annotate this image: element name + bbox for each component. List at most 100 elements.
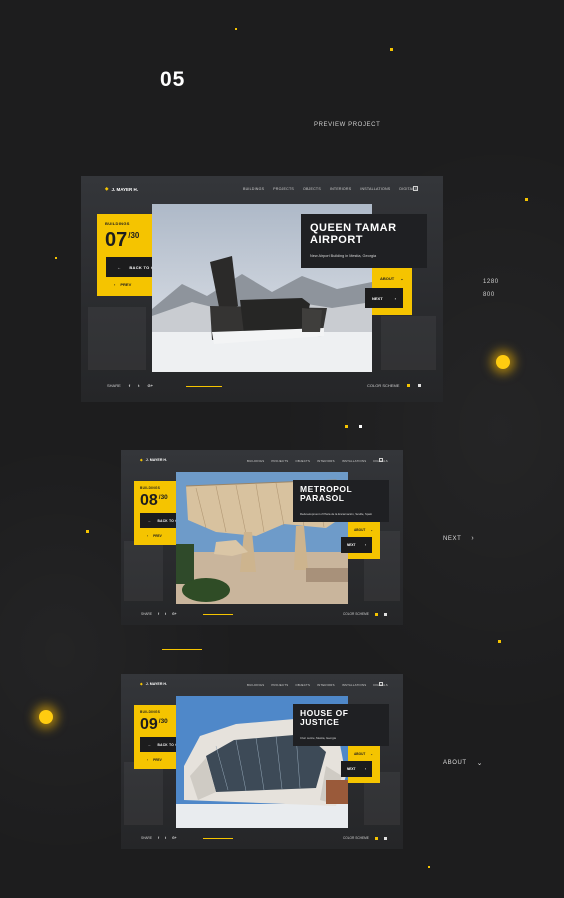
progress-line (203, 838, 233, 839)
about-link[interactable]: ABOUT ⌄ (354, 528, 373, 532)
logo[interactable]: ◆ J. MAYER H. (105, 186, 138, 192)
about-link[interactable]: ABOUT ⌄ (380, 276, 404, 281)
facebook-icon[interactable]: f (129, 383, 130, 388)
nav-item-installations[interactable]: INSTALLATIONS (342, 683, 367, 687)
share-bar: SHARE f t G+ (141, 612, 176, 616)
chevron-right-icon: › (364, 543, 366, 547)
title-box: HOUSE OF JUSTICE Civic centre, Mestia, Ge… (293, 704, 389, 746)
decor-dot (390, 48, 393, 51)
side-about-label: ABOUT (443, 760, 467, 766)
google-plus-icon[interactable]: G+ (172, 836, 176, 840)
facebook-icon[interactable]: f (158, 836, 159, 840)
logo-text: J. MAYER H. (111, 186, 139, 192)
color-swatch-yellow[interactable] (374, 612, 378, 616)
main-nav: BUILDINGS PROJECTS OBJECTS INTERIORS INS… (243, 187, 417, 191)
next-button[interactable]: NEXT › (341, 537, 372, 553)
side-next-link[interactable]: NEXT › (443, 535, 474, 542)
decor-dot (55, 257, 57, 259)
resolution-width: 1280 (483, 279, 499, 285)
nav-item-interiors[interactable]: INTERIORS (317, 459, 335, 463)
nav-item-buildings[interactable]: BUILDINGS (247, 459, 264, 463)
next-button[interactable]: NEXT › (365, 288, 403, 308)
decor-dot (525, 198, 528, 201)
chevron-right-icon: › (394, 295, 396, 301)
arrow-left-icon: ← (148, 742, 152, 747)
twitter-icon[interactable]: t (165, 612, 166, 616)
project-number: 07/30 (105, 229, 140, 251)
decor-dot (345, 425, 348, 428)
logo-mark-icon: ◆ (140, 682, 143, 686)
glow-dot (496, 355, 510, 369)
nav-item-objects[interactable]: OBJECTS (295, 459, 310, 463)
category-label: BUILDINGS (140, 486, 161, 490)
project-title: HOUSE OF JUSTICE (300, 708, 349, 728)
nav-item-projects[interactable]: PROJECTS (271, 459, 288, 463)
logo[interactable]: ◆ J. MAYER H. (140, 458, 167, 462)
side-about-link[interactable]: ABOUT ⌄ (443, 759, 483, 767)
color-scheme[interactable]: COLOR SCHEME (367, 383, 422, 388)
nav-item-objects[interactable]: OBJECTS (303, 187, 321, 191)
title-box: METROPOL PARASOL Redevelopment of Plaza d… (293, 480, 389, 522)
color-swatch-white[interactable] (383, 836, 387, 840)
nav-item-projects[interactable]: PROJECTS (273, 187, 294, 191)
resolution-height: 800 (483, 292, 495, 298)
google-plus-icon[interactable]: G+ (147, 383, 152, 388)
nav-item-projects[interactable]: PROJECTS (271, 683, 288, 687)
chevron-down-icon: ⌄ (400, 276, 404, 281)
fullscreen-icon[interactable] (379, 682, 383, 686)
logo[interactable]: ◆ J. MAYER H. (140, 682, 167, 686)
color-swatch-yellow[interactable] (374, 836, 378, 840)
chevron-down-icon: ⌄ (370, 528, 374, 532)
preview-card-2: ◆ J. MAYER H. BUILDINGS PROJECTS OBJECTS… (121, 450, 403, 625)
twitter-icon[interactable]: t (165, 836, 166, 840)
color-scheme[interactable]: COLOR SCHEME (343, 612, 387, 616)
arrow-left-icon: ← (117, 264, 122, 270)
side-next-label: NEXT (443, 535, 462, 542)
decor-dot (235, 28, 237, 30)
main-nav: BUILDINGS PROJECTS OBJECTS INTERIORS INS… (247, 459, 388, 463)
color-swatch-yellow[interactable] (407, 384, 411, 387)
divider-line (162, 649, 202, 650)
next-button[interactable]: NEXT › (341, 761, 372, 777)
category-box: BUILDINGS 07/30 ‹ PREV (97, 214, 153, 296)
fullscreen-icon[interactable] (413, 186, 418, 191)
color-swatch-white[interactable] (383, 612, 387, 616)
project-subtitle: Civic centre, Mestia, Georgia (300, 736, 336, 740)
logo-mark-icon: ◆ (105, 186, 109, 191)
logo-text: J. MAYER H. (145, 682, 168, 686)
decor-dot (86, 530, 89, 533)
nav-item-interiors[interactable]: INTERIORS (330, 187, 351, 191)
project-number: 08/30 (140, 492, 168, 509)
nav-item-objects[interactable]: OBJECTS (295, 683, 310, 687)
chevron-left-icon: ‹ (114, 282, 116, 287)
share-label: SHARE (141, 612, 152, 616)
chevron-right-icon: › (364, 767, 366, 771)
project-title: METROPOL PARASOL (300, 484, 353, 504)
nav-item-interiors[interactable]: INTERIORS (317, 683, 335, 687)
fullscreen-icon[interactable] (379, 458, 383, 462)
category-label: BUILDINGS (105, 221, 130, 226)
color-swatch-white[interactable] (418, 384, 422, 387)
prev-link[interactable]: ‹ PREV (147, 534, 162, 538)
nav-item-installations[interactable]: INSTALLATIONS (360, 187, 390, 191)
nav-item-installations[interactable]: INSTALLATIONS (342, 459, 367, 463)
nav-item-buildings[interactable]: BUILDINGS (247, 683, 264, 687)
prev-link[interactable]: ‹ PREV (147, 758, 162, 762)
nav-item-buildings[interactable]: BUILDINGS (243, 187, 264, 191)
about-link[interactable]: ABOUT ⌄ (354, 752, 373, 756)
logo-mark-icon: ◆ (140, 458, 143, 462)
share-bar: SHARE f t G+ (141, 836, 176, 840)
color-scheme[interactable]: COLOR SCHEME (343, 836, 387, 840)
project-subtitle: New Airport Building in Mestia, Georgia (310, 254, 377, 258)
glow-dot (39, 710, 53, 724)
decor-dot (498, 640, 501, 643)
prev-link[interactable]: ‹ PREV (114, 282, 131, 287)
twitter-icon[interactable]: t (138, 383, 139, 388)
chevron-left-icon: ‹ (147, 534, 149, 538)
progress-line (203, 614, 233, 615)
project-subtitle: Redevelopment of Plaza de la Encarnación… (300, 512, 373, 516)
share-label: SHARE (141, 836, 152, 840)
decor-dot (359, 425, 362, 428)
facebook-icon[interactable]: f (158, 612, 159, 616)
google-plus-icon[interactable]: G+ (172, 612, 176, 616)
